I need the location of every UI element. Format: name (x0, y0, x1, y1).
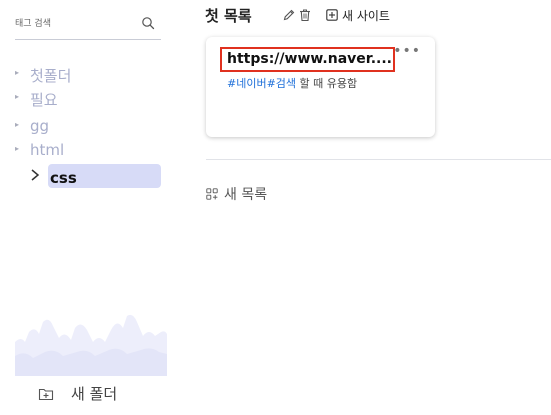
caret-right-icon: ▸ (15, 144, 20, 153)
sidebar: ▸ 첫폴더 ▸ 필요 ▸ gg ▸ html css (0, 0, 172, 415)
site-url-link[interactable]: https://www.naver.... (220, 47, 395, 72)
folder-label: html (30, 141, 65, 159)
more-horizontal-icon[interactable]: ••• (393, 43, 421, 59)
folder-label: 첫폴더 (30, 67, 72, 85)
folder-item[interactable]: ▸ 첫폴더 (0, 64, 172, 86)
folder-label: 필요 (30, 91, 58, 109)
plus-square-icon (326, 9, 338, 21)
list-title: 첫 목록 (205, 7, 252, 25)
folder-item[interactable]: ▸ gg (0, 116, 172, 138)
description-text: 할 때 유용함 (296, 77, 358, 90)
new-folder-button[interactable]: 새 폴더 (38, 381, 158, 405)
site-description: #네이버#검색 할 때 유용함 (227, 75, 357, 91)
edit-icon[interactable] (282, 8, 296, 22)
tag-link[interactable]: #네이버 (227, 77, 267, 90)
new-folder-label: 새 폴더 (71, 385, 118, 403)
add-site-label: 새 사이트 (342, 9, 390, 23)
main-panel: 첫 목록 새 사이트 ••• https://www.naver.... #네이… (172, 0, 551, 415)
grid-plus-icon (206, 188, 218, 200)
trash-icon[interactable] (298, 8, 312, 22)
folder-label: gg (30, 117, 50, 135)
new-list-label: 새 목록 (224, 187, 268, 203)
site-card[interactable]: ••• https://www.naver.... #네이버#검색 할 때 유용… (206, 37, 435, 137)
caret-right-icon: ▸ (15, 68, 20, 77)
tag-link[interactable]: #검색 (267, 77, 296, 90)
divider (206, 159, 551, 160)
search-icon[interactable] (141, 16, 155, 30)
city-skyline-decoration (15, 314, 167, 376)
tag-search-input[interactable] (15, 16, 135, 32)
folder-label: css (50, 169, 77, 187)
folder-plus-icon (38, 388, 54, 401)
caret-right-icon: ▸ (15, 120, 20, 129)
chevron-right-icon[interactable] (29, 168, 41, 182)
caret-right-icon: ▸ (15, 92, 20, 101)
folder-item[interactable]: ▸ 필요 (0, 88, 172, 110)
folder-item-selected[interactable]: css (0, 164, 172, 188)
tag-search (15, 12, 161, 40)
folder-item[interactable]: ▸ html (0, 140, 172, 162)
